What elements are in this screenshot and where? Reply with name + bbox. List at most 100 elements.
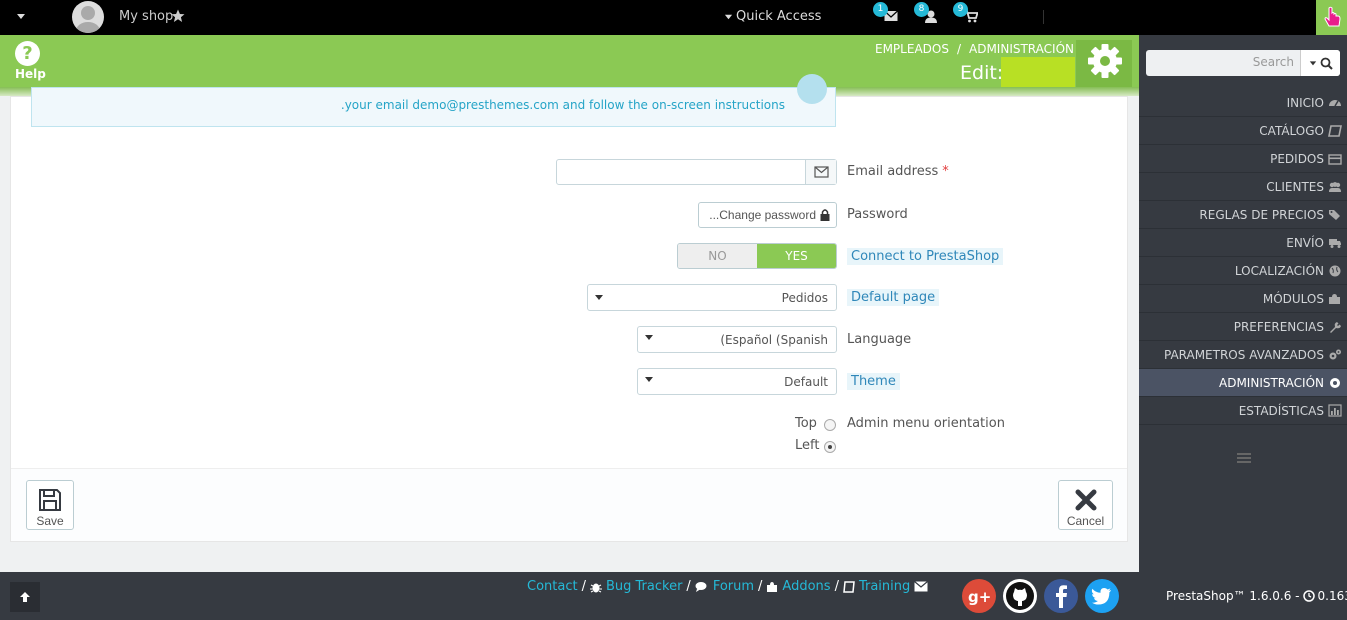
- default-page-label: Default page: [847, 289, 940, 306]
- page-title-value: [1001, 57, 1075, 87]
- caret-down-icon: [645, 377, 653, 382]
- theme-select[interactable]: Default: [637, 368, 837, 395]
- menu-collapse-icon[interactable]: [1237, 452, 1251, 464]
- footer-separator: /: [758, 579, 763, 594]
- orientation-top-radio[interactable]: [824, 419, 836, 431]
- version-text: PrestaShop™ 1.6.0.6 -: [1166, 589, 1300, 603]
- sidebar-item-clientes[interactable]: CLIENTES: [1139, 173, 1347, 201]
- facebook-icon[interactable]: [1044, 579, 1078, 613]
- arrow-up-icon: [20, 592, 30, 602]
- google-plus-icon[interactable]: g+: [962, 579, 996, 613]
- sidebar-item-label: PEDIDOS: [1270, 151, 1324, 166]
- search-icon: [1320, 57, 1333, 70]
- password-label: Password: [847, 207, 908, 222]
- contact-link[interactable]: Contact: [527, 579, 578, 594]
- language-value: (Español (Spanish: [720, 333, 828, 347]
- sidebar-item-label: ADMINISTRACIÓN: [1219, 375, 1324, 390]
- close-icon: [1075, 489, 1096, 510]
- language-select[interactable]: (Español (Spanish: [637, 326, 837, 353]
- sidebar-item-envio[interactable]: ENVÍO: [1139, 229, 1347, 257]
- sidebar-item-estadisticas[interactable]: ESTADÍSTICAS: [1139, 397, 1347, 425]
- cancel-button[interactable]: Cancel: [1058, 480, 1113, 530]
- puzzle-icon: [767, 581, 778, 592]
- bug-icon: [589, 583, 602, 592]
- bug-tracker-link[interactable]: Bug Tracker: [606, 579, 682, 594]
- dashboard-icon: [1328, 96, 1342, 110]
- training-link[interactable]: Training: [859, 579, 910, 594]
- sidebar-item-parametros-avanzados[interactable]: PARAMETROS AVANZADOS: [1139, 341, 1347, 369]
- github-icon[interactable]: [1003, 579, 1037, 613]
- help-icon[interactable]: ?: [15, 41, 40, 66]
- change-password-label: ...Change password: [709, 208, 816, 222]
- twitter-icon[interactable]: [1085, 579, 1119, 613]
- change-password-button[interactable]: ...Change password: [698, 202, 837, 228]
- envelope-icon: [805, 160, 836, 184]
- caret-down-icon[interactable]: [16, 11, 26, 21]
- sidebar-item-catalogo[interactable]: CATÁLOGO: [1139, 117, 1347, 145]
- sidebar-item-label: ESTADÍSTICAS: [1238, 403, 1324, 418]
- search-placeholder: Search: [1252, 55, 1294, 69]
- quick-access-dropdown[interactable]: Quick Access: [724, 9, 821, 24]
- envelope-icon: [914, 581, 929, 592]
- email-label: Email address *: [847, 164, 949, 179]
- quick-access-label: Quick Access: [736, 9, 822, 24]
- connect-prestashop-switch[interactable]: NO YES: [677, 243, 837, 269]
- sidebar-item-reglas-de-precios[interactable]: REGLAS DE PRECIOS: [1139, 201, 1347, 229]
- top-bar: My shop Quick Access 1 8 9: [0, 0, 1347, 35]
- cogs-icon: [1328, 348, 1342, 362]
- page-title: Edit:: [960, 62, 1004, 84]
- sidebar-item-pedidos[interactable]: PEDIDOS: [1139, 145, 1347, 173]
- page-header: ? Help EMPLEADOS / ADMINISTRACIÓN Edit:: [0, 35, 1139, 87]
- sidebar-item-localizacion[interactable]: LOCALIZACIÓN: [1139, 257, 1347, 285]
- sidebar-item-inicio[interactable]: INICIO: [1139, 89, 1347, 117]
- panel-footer: [11, 469, 1127, 541]
- switch-yes[interactable]: YES: [757, 244, 836, 268]
- save-button[interactable]: Save: [26, 480, 74, 530]
- addons-link[interactable]: Addons: [782, 579, 830, 594]
- breadcrumb: EMPLEADOS / ADMINISTRACIÓN: [875, 42, 1074, 56]
- scroll-top-button[interactable]: [10, 582, 40, 612]
- footer-separator: /: [834, 579, 839, 594]
- caret-down-icon: [645, 335, 653, 340]
- sidebar-item-label: PARAMETROS AVANZADOS: [1163, 347, 1324, 362]
- sidebar-item-label: REGLAS DE PRECIOS: [1199, 207, 1324, 222]
- shop-name-link[interactable]: My shop: [119, 9, 173, 24]
- theme-label: Theme: [847, 373, 900, 390]
- search-input[interactable]: Search: [1146, 50, 1340, 76]
- sidebar-item-label: ENVÍO: [1286, 235, 1324, 250]
- customers-notification[interactable]: 8: [914, 2, 937, 23]
- email-field[interactable]: [556, 159, 837, 185]
- comments-icon: [695, 581, 707, 592]
- sidebar-item-label: CATÁLOGO: [1259, 123, 1324, 138]
- sidebar-item-modulos[interactable]: MÓDULOS: [1139, 285, 1347, 313]
- orientation-left-radio[interactable]: [824, 441, 836, 453]
- star-icon[interactable]: [171, 9, 185, 23]
- save-icon: [39, 488, 61, 511]
- sidebar-item-label: INICIO: [1286, 95, 1324, 110]
- orientation-left-label: Left: [795, 438, 820, 453]
- sidebar-item-label: MÓDULOS: [1262, 291, 1324, 306]
- cog-icon: [1328, 376, 1342, 390]
- notification-badge: 8: [914, 2, 929, 17]
- help-label[interactable]: Help: [15, 67, 46, 81]
- breadcrumb-item-empleados[interactable]: EMPLEADOS: [875, 42, 949, 56]
- breadcrumb-item-administracion[interactable]: ADMINISTRACIÓN: [969, 42, 1074, 56]
- puzzle-icon: [1328, 292, 1342, 306]
- footer-separator: /: [686, 579, 691, 594]
- avatar[interactable]: [72, 1, 104, 33]
- sidebar-item-label: LOCALIZACIÓN: [1234, 263, 1324, 278]
- sidebar-item-administracion[interactable]: ADMINISTRACIÓN: [1139, 369, 1347, 397]
- default-page-select[interactable]: Pedidos: [587, 284, 837, 311]
- messages-notification[interactable]: 1: [873, 2, 898, 22]
- search-button[interactable]: [1300, 50, 1340, 76]
- forum-link[interactable]: Forum: [713, 579, 754, 594]
- sidebar: Search INICIO CATÁLOGO PEDIDOS CLIENTES REGL…: [1139, 35, 1347, 572]
- info-alert: .your email demo@presthemes.com and foll…: [31, 74, 836, 127]
- version-info: PrestaShop™ 1.6.0.6 - 0.163s: [1166, 589, 1347, 603]
- alert-text: .your email demo@presthemes.com and foll…: [340, 98, 785, 112]
- book-icon: [843, 580, 855, 593]
- theme-value: Default: [784, 375, 828, 389]
- sidebar-item-preferencias[interactable]: PREFERENCIAS: [1139, 313, 1347, 341]
- switch-no[interactable]: NO: [678, 244, 757, 268]
- orders-notification[interactable]: 9: [953, 2, 978, 23]
